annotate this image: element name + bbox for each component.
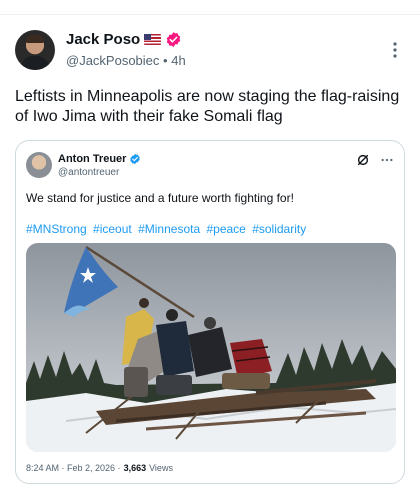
quoted-hashtags: #MNStrong #iceout #Minnesota #peace #sol… [26,222,309,236]
legs-pants [156,375,192,395]
legs-pants [222,373,270,389]
author-display-name[interactable]: Jack Poso [66,31,140,48]
hashtag-link[interactable]: #Minnesota [138,222,200,236]
quoted-actions [356,153,394,167]
post-header: Jack Poso @JackPosobiec • 4h [15,30,405,72]
quoted-post-text: We stand for justice and a future worth … [26,191,294,205]
verified-badge-icon [166,32,181,47]
verified-badge-icon [130,153,141,165]
quoted-post-card[interactable]: Anton Treuer @antontreuer We stand for j… [15,140,405,484]
post-time[interactable]: 4h [171,53,185,68]
views-count: 3,663 [123,463,147,473]
more-horizontal-icon[interactable] [380,153,394,167]
avatar-suit [21,56,49,70]
more-vertical-icon[interactable] [385,40,405,60]
quoted-author-name-row: Anton Treuer [58,153,141,165]
views-label: Views [149,463,173,473]
author-handle-row: @JackPosobiec • 4h [66,53,186,68]
hashtag-link[interactable]: #solidarity [252,222,306,236]
person-head [139,298,149,308]
quoted-timestamp[interactable]: 8:24 AM · Feb 2, 2026 · [26,463,121,473]
post-photo[interactable] [26,243,396,452]
grok-icon[interactable] [356,153,370,167]
hashtag-link[interactable]: #iceout [93,222,132,236]
avatar[interactable] [15,30,55,70]
us-flag-icon [144,34,162,45]
quoted-meta: 8:24 AM · Feb 2, 2026 · 3,663 Views [26,463,173,473]
quoted-author-name[interactable]: Anton Treuer [58,153,126,165]
person-head [166,309,178,321]
person-head [204,317,216,329]
hashtag-link[interactable]: #peace [206,222,245,236]
avatar-hair [26,35,44,43]
quoted-avatar[interactable] [26,152,52,178]
photo-scene [26,243,396,452]
author-name-row: Jack Poso [66,31,182,48]
post-text: Leftists in Minneapolis are now staging … [15,88,400,125]
meta-separator: • [163,53,168,68]
legs-pants [124,367,148,397]
author-handle[interactable]: @JackPosobiec [66,53,159,68]
more-vertical-glyph [393,42,397,58]
hashtag-link[interactable]: #MNStrong [26,222,87,236]
top-divider [0,14,420,15]
quoted-author-handle[interactable]: @antontreuer [58,167,119,178]
